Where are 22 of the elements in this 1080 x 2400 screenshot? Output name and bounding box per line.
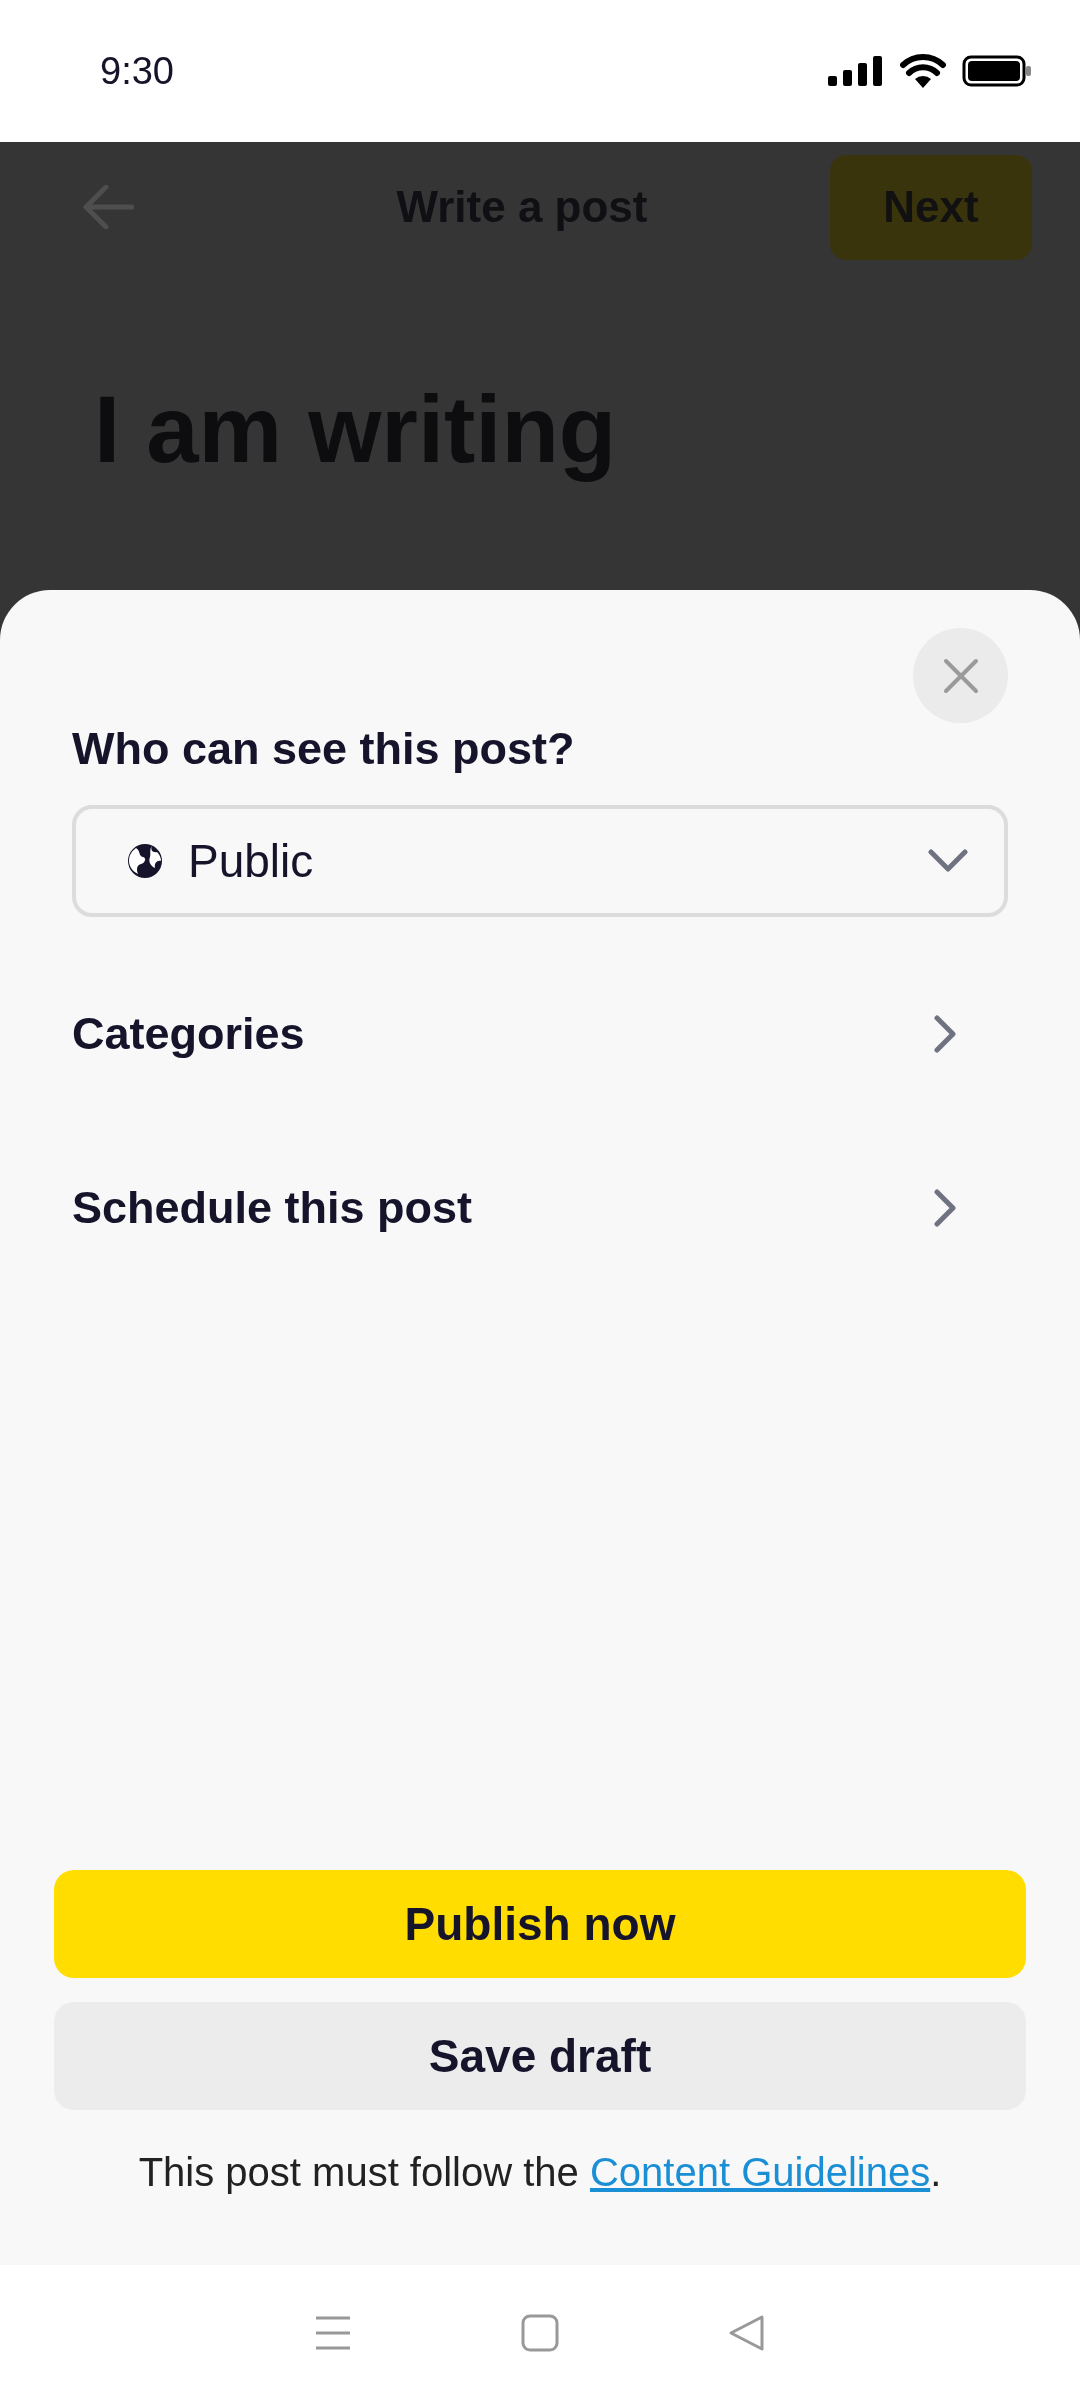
status-time: 9:30 — [100, 49, 174, 93]
globe-icon — [126, 842, 164, 880]
visibility-question: Who can see this post? — [72, 723, 576, 775]
chevron-right-icon — [934, 1015, 956, 1053]
visibility-dropdown[interactable]: Public — [72, 805, 1008, 917]
battery-icon — [962, 55, 1032, 87]
option-row[interactable]: Schedule this post — [72, 1151, 956, 1265]
back-arrow-icon[interactable] — [82, 185, 134, 229]
home-icon[interactable] — [521, 2313, 559, 2352]
chevron-down-icon — [928, 849, 968, 873]
option-row[interactable]: Categories — [72, 977, 956, 1091]
draft-button[interactable]: Save draft — [54, 2002, 1026, 2110]
wifi-icon — [900, 54, 946, 88]
signal-icon — [828, 56, 884, 86]
guidelines-note: This post must follow the Content Guidelines. — [137, 2150, 943, 2195]
option-label: Categories — [72, 1008, 305, 1060]
publish-button[interactable]: Publish now — [54, 1870, 1026, 1978]
close-icon — [942, 657, 979, 694]
option-label: Schedule this post — [72, 1182, 473, 1234]
back-icon[interactable] — [727, 2313, 766, 2352]
menu-icon[interactable] — [314, 2314, 353, 2351]
chevron-right-icon — [934, 1189, 956, 1227]
